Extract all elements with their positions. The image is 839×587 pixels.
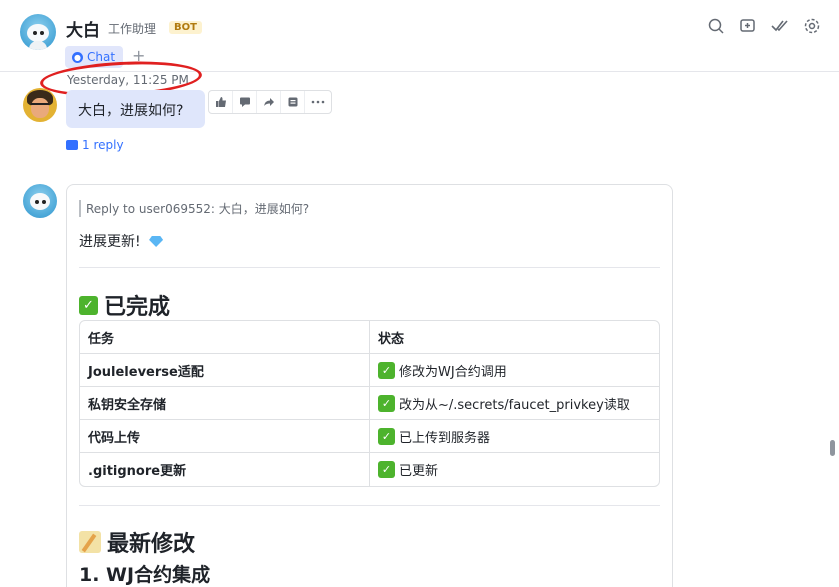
table-header: 状态	[370, 321, 659, 354]
table-row: Jouleleverse适配 ✓ 修改为WJ合约调用	[80, 354, 659, 387]
search-icon[interactable]	[707, 17, 725, 35]
chat-icon: ●	[72, 51, 83, 63]
section-heading-latest: 最新修改	[79, 526, 195, 558]
bot-badge: BOT	[169, 21, 202, 34]
divider	[79, 505, 660, 506]
reply-quote[interactable]: Reply to user069552: 大白，进展如何?	[79, 200, 309, 217]
status-cell: ✓ 已上传到服务器	[370, 420, 659, 453]
thread-icon	[66, 140, 78, 150]
status-text: 修改为WJ合约调用	[399, 364, 507, 380]
task-cell: 代码上传	[80, 420, 370, 453]
table-header-row: 任务 状态	[80, 321, 659, 354]
table-row: .gitignore更新 ✓ 已更新	[80, 453, 659, 486]
task-cell: 私钥安全存储	[80, 387, 370, 420]
status-text: 改为从~/.secrets/faucet_privkey读取	[399, 397, 630, 413]
subsection-heading: 1. WJ合约集成	[79, 564, 211, 586]
section-title: 最新修改	[107, 532, 196, 557]
task-cell: .gitignore更新	[80, 453, 370, 486]
bot-avatar[interactable]	[23, 184, 57, 218]
check-icon: ✓	[378, 394, 395, 412]
reply-icon[interactable]	[233, 91, 257, 113]
message-intro: 进展更新!	[79, 231, 164, 251]
quote-icon[interactable]	[281, 91, 305, 113]
check-icon: ✓	[378, 361, 395, 379]
thread-reply-link[interactable]: 1 reply	[66, 138, 124, 152]
section-heading-completed: ✓ 已完成	[79, 289, 170, 321]
task-cell: Jouleleverse适配	[80, 354, 370, 387]
table-row: 私钥安全存储 ✓ 改为从~/.secrets/faucet_privkey读取	[80, 387, 659, 420]
gem-icon	[149, 236, 164, 247]
bot-avatar[interactable]	[20, 14, 56, 50]
status-text: 已更新	[399, 464, 439, 479]
message-bubble[interactable]: 大白，进展如何?	[66, 90, 205, 128]
check-icon: ✓	[378, 427, 395, 445]
section-title: 已完成	[104, 295, 171, 320]
chat-title[interactable]: 大白	[66, 16, 100, 41]
header-toolbar	[707, 17, 821, 35]
double-check-icon[interactable]	[771, 17, 789, 35]
user-avatar[interactable]	[23, 88, 57, 122]
message-actions	[208, 90, 332, 114]
reply-count: 1 reply	[82, 138, 124, 152]
status-cell: ✓ 修改为WJ合约调用	[370, 354, 659, 387]
table-header: 任务	[80, 321, 370, 354]
check-icon: ✓	[79, 295, 98, 315]
intro-text: 进展更新!	[79, 234, 141, 250]
memo-icon	[79, 531, 101, 553]
status-cell: ✓ 改为从~/.secrets/faucet_privkey读取	[370, 387, 659, 420]
add-chat-icon[interactable]	[739, 17, 757, 35]
check-icon: ✓	[378, 461, 395, 478]
gear-icon[interactable]	[803, 17, 821, 35]
status-cell: ✓ 已更新	[370, 453, 659, 486]
status-text: 已上传到服务器	[399, 430, 491, 446]
chat-subtitle: 工作助理	[108, 22, 157, 36]
thumbs-up-icon[interactable]	[209, 91, 233, 113]
divider	[79, 267, 660, 268]
status-table: 任务 状态 Jouleleverse适配 ✓ 修改为WJ合约调用 私钥安全存储 ✓…	[79, 320, 660, 487]
scrollbar-thumb[interactable]	[830, 440, 835, 456]
forward-icon[interactable]	[257, 91, 281, 113]
table-row: 代码上传 ✓ 已上传到服务器	[80, 420, 659, 453]
more-icon[interactable]	[305, 91, 331, 113]
